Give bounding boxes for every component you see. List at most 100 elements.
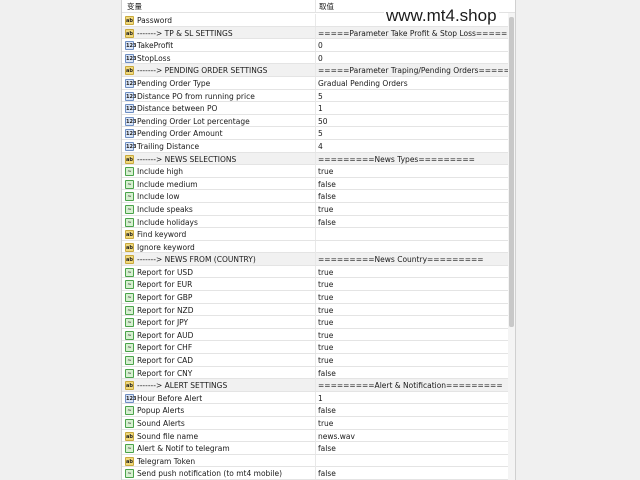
parameter-value[interactable]: true xyxy=(318,419,333,428)
parameter-value[interactable]: 1 xyxy=(318,394,323,403)
parameter-value[interactable]: true xyxy=(318,306,333,315)
column-header-value[interactable]: 取值 xyxy=(319,1,334,12)
cell-divider xyxy=(315,417,316,429)
parameter-value[interactable]: 50 xyxy=(318,117,328,126)
parameter-value[interactable]: 5 xyxy=(318,129,323,138)
parameter-row[interactable]: ~ Report for NZD true xyxy=(122,303,508,317)
parameter-row[interactable]: ~ Report for GBP true xyxy=(122,291,508,304)
cell-divider xyxy=(315,102,316,115)
parameter-row[interactable]: ~ Report for USD true xyxy=(122,265,508,279)
parameter-name: TakeProfit xyxy=(137,41,174,51)
column-divider[interactable] xyxy=(315,0,316,12)
parameter-row[interactable]: ab Telegram Token xyxy=(122,454,508,468)
parameter-name: Ignore keyword xyxy=(137,242,195,252)
parameter-value[interactable]: false xyxy=(318,180,336,189)
parameter-row[interactable]: ~ Report for JPY true xyxy=(122,316,508,329)
parameter-value[interactable]: 5 xyxy=(318,92,323,101)
parameter-row[interactable]: 123 TakeProfit 0 xyxy=(122,39,508,52)
parameter-value[interactable]: true xyxy=(318,205,333,214)
vertical-scrollbar[interactable] xyxy=(508,13,515,480)
section-separator-row[interactable]: ab -------> NEWS SELECTIONS =========News … xyxy=(122,152,508,166)
parameter-value[interactable]: true xyxy=(318,331,333,340)
parameter-row[interactable]: ~ Report for CNY false xyxy=(122,366,508,380)
cell-divider xyxy=(315,114,316,127)
parameter-value[interactable]: true xyxy=(318,318,333,327)
cell-divider xyxy=(315,379,316,392)
boolean-type-icon: ~ xyxy=(125,293,134,303)
parameter-row[interactable]: ~ Send push notification (to mt4 mobile) f… xyxy=(122,467,508,480)
section-separator-row[interactable]: ab -------> ALERT SETTINGS =========Alert … xyxy=(122,379,508,392)
parameter-row[interactable]: 123 StopLoss 0 xyxy=(122,51,508,65)
parameter-row[interactable]: ~ Sound Alerts true xyxy=(122,417,508,430)
parameter-row[interactable]: ab Ignore keyword xyxy=(122,240,508,254)
parameter-value[interactable]: false xyxy=(318,444,336,453)
cell-divider xyxy=(315,278,316,291)
section-separator-row[interactable]: ab -------> NEWS FROM (COUNTRY) =========N… xyxy=(122,253,508,266)
cell-divider xyxy=(315,64,316,77)
parameter-row[interactable]: 123 Trailing Distance 4 xyxy=(122,139,508,153)
parameter-value[interactable]: Gradual Pending Orders xyxy=(318,79,408,88)
parameter-row[interactable]: ab Sound file name news.wav xyxy=(122,429,508,443)
cell-divider xyxy=(315,391,316,404)
number-type-icon: 123 xyxy=(125,129,137,139)
parameter-value[interactable]: =====Parameter Traping/Pending Orders===… xyxy=(318,66,510,75)
parameter-value[interactable]: 0 xyxy=(318,41,323,50)
parameter-value[interactable]: news.wav xyxy=(318,432,355,441)
boolean-type-icon: ~ xyxy=(125,305,134,315)
parameter-value[interactable]: =====Parameter Take Profit & Stop Loss==… xyxy=(318,29,507,38)
parameter-value[interactable]: false xyxy=(318,369,336,378)
parameter-row[interactable]: ~ Report for CHF true xyxy=(122,341,508,355)
parameter-row[interactable]: ~ Report for AUD true xyxy=(122,328,508,342)
parameter-row[interactable]: 123 Pending Order Amount 5 xyxy=(122,127,508,140)
parameter-value[interactable]: true xyxy=(318,293,333,302)
parameter-row[interactable]: ~ Include high true xyxy=(122,165,508,178)
parameter-row[interactable]: 123 Pending Order Type Gradual Pending Ord… xyxy=(122,76,508,90)
cell-divider xyxy=(315,253,316,266)
parameter-value[interactable]: 1 xyxy=(318,104,323,113)
parameter-row[interactable]: ~ Popup Alerts false xyxy=(122,404,508,417)
parameter-row[interactable]: ab Find keyword xyxy=(122,228,508,241)
boolean-type-icon: ~ xyxy=(125,419,134,428)
boolean-type-icon: ~ xyxy=(125,343,134,353)
parameter-value[interactable]: true xyxy=(318,343,333,352)
string-type-icon: ab xyxy=(125,16,134,25)
number-type-icon: 123 xyxy=(125,104,137,114)
parameter-row[interactable]: 123 Distance between PO 1 xyxy=(122,102,508,115)
parameter-row[interactable]: ~ Include holidays false xyxy=(122,215,508,229)
boolean-type-icon: ~ xyxy=(125,192,134,202)
parameter-row[interactable]: ~ Include low false xyxy=(122,190,508,203)
cell-divider xyxy=(315,404,316,417)
column-header-variable[interactable]: 变量 xyxy=(127,1,142,12)
section-separator-row[interactable]: ab -------> TP & SL SETTINGS =====Paramete… xyxy=(122,26,508,40)
parameter-value[interactable]: =========Alert & Notification========= xyxy=(318,381,503,390)
parameter-value[interactable]: false xyxy=(318,192,336,201)
parameter-value[interactable]: true xyxy=(318,280,333,289)
parameter-value[interactable]: true xyxy=(318,356,333,365)
number-type-icon: 123 xyxy=(125,78,137,88)
parameter-row[interactable]: ~ Alert & Notif to telegram false xyxy=(122,442,508,455)
parameter-name: Include medium xyxy=(137,179,198,189)
parameter-name: -------> ALERT SETTINGS xyxy=(137,381,228,391)
cell-divider xyxy=(315,291,316,304)
parameter-value[interactable]: false xyxy=(318,406,336,415)
parameter-value[interactable]: false xyxy=(318,469,336,478)
parameter-row[interactable]: ~ Report for EUR true xyxy=(122,278,508,292)
scrollbar-thumb[interactable] xyxy=(509,17,514,327)
parameter-value[interactable]: 4 xyxy=(318,142,323,151)
parameter-row[interactable]: ~ Report for CAD true xyxy=(122,354,508,367)
parameter-row[interactable]: 123 Distance PO from running price 5 xyxy=(122,89,508,103)
parameter-row[interactable]: 123 Pending Order Lot percentage 50 xyxy=(122,114,508,128)
parameter-name: Report for AUD xyxy=(137,330,194,340)
cell-divider xyxy=(315,429,316,442)
section-separator-row[interactable]: ab -------> PENDING ORDER SETTINGS =====Pa… xyxy=(122,64,510,77)
parameter-value[interactable]: false xyxy=(318,218,336,227)
parameter-row[interactable]: ~ Include medium false xyxy=(122,177,508,191)
parameter-value[interactable]: true xyxy=(318,167,333,176)
number-type-icon: 123 xyxy=(125,91,137,101)
parameter-row[interactable]: ~ Include speaks true xyxy=(122,202,508,216)
parameter-value[interactable]: true xyxy=(318,268,333,277)
parameter-row[interactable]: 123 Hour Before Alert 1 xyxy=(122,391,508,405)
parameter-value[interactable]: 0 xyxy=(318,54,323,63)
parameter-value[interactable]: =========News Country========= xyxy=(318,255,484,264)
parameter-value[interactable]: =========News Types========= xyxy=(318,155,475,164)
